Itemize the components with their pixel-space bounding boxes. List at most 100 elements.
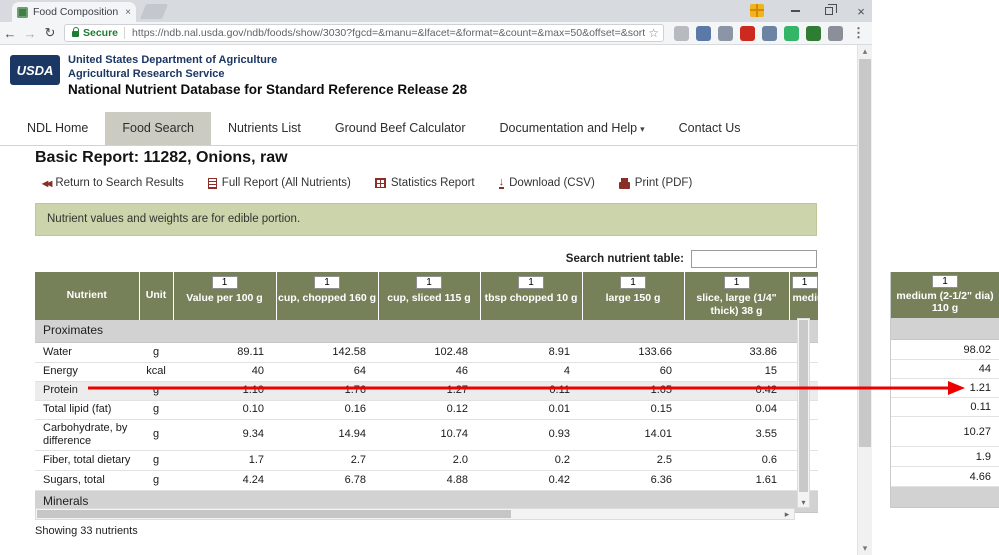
- value-cell: 133.66: [582, 342, 684, 363]
- scroll-right-icon[interactable]: ▸: [781, 509, 793, 519]
- quantity-input[interactable]: [518, 276, 544, 289]
- quantity-input[interactable]: [314, 276, 340, 289]
- page-content: USDA United States Department of Agricul…: [0, 45, 857, 555]
- gift-icon[interactable]: [750, 4, 764, 17]
- quantity-input[interactable]: [416, 276, 442, 289]
- scroll-down-icon[interactable]: ▾: [798, 498, 809, 507]
- nav-item-contact-us[interactable]: Contact Us: [662, 112, 758, 145]
- value-cell: 0.04: [684, 400, 789, 420]
- value-cell: 14.94: [276, 419, 378, 451]
- full-report-link[interactable]: Full Report (All Nutrients): [207, 177, 351, 189]
- section-header-proximates: Proximates: [35, 320, 818, 343]
- scrollbar-thumb[interactable]: [799, 320, 808, 492]
- table-row: Energy kcal 40 64 46 4 60 15: [35, 362, 818, 382]
- nutrient-cell: Fiber, total dietary: [35, 450, 139, 471]
- value-cell: 1.65: [582, 381, 684, 401]
- unit-cell: kcal: [139, 362, 173, 382]
- nutrient-cell: Total lipid (fat): [35, 400, 139, 420]
- lock-icon: [72, 27, 79, 37]
- col-header-label: cup, sliced 115 g: [387, 292, 471, 304]
- nav-item-documentation-help[interactable]: Documentation and Help ▾: [483, 112, 662, 145]
- evernote-extension-icon[interactable]: [784, 25, 799, 41]
- quantity-input[interactable]: [211, 276, 238, 289]
- scrollbar-thumb[interactable]: [859, 59, 871, 447]
- extension-icon[interactable]: [828, 25, 843, 41]
- value-cell: 98.02: [891, 340, 999, 360]
- report-actions: ◀◀ Return to Search Results Full Report (…: [42, 176, 692, 189]
- extension-icon[interactable]: [806, 25, 821, 41]
- action-label: Full Report (All Nutrients): [221, 177, 351, 189]
- browser-tab[interactable]: Food Composition Datab... ×: [12, 2, 136, 22]
- scroll-up-icon[interactable]: ▴: [858, 45, 872, 58]
- extension-icon[interactable]: [718, 25, 733, 41]
- address-bar[interactable]: Secure https://ndb.nal.usda.gov/ndb/food…: [64, 24, 664, 42]
- value-cell: 1.27: [378, 381, 480, 401]
- return-to-search-link[interactable]: ◀◀ Return to Search Results: [42, 177, 184, 189]
- usda-service-line: Agricultural Research Service: [68, 68, 225, 80]
- new-tab-button[interactable]: [139, 4, 169, 19]
- nutrient-search-input[interactable]: [691, 250, 817, 268]
- table-horizontal-scrollbar[interactable]: ▸: [35, 508, 795, 520]
- value-cell: 4.66: [891, 467, 999, 487]
- value-cell: 8.91: [480, 342, 582, 363]
- quantity-input[interactable]: [791, 276, 817, 289]
- nutrient-cell: Protein: [35, 381, 139, 401]
- col-header-label: tbsp chopped 10 g: [484, 292, 578, 304]
- browser-menu-icon[interactable]: ⋮: [852, 25, 865, 41]
- value-cell: 0.42: [480, 470, 582, 491]
- col-header-label: cup, chopped 160 g: [277, 292, 377, 304]
- usda-logo[interactable]: USDA: [10, 55, 60, 85]
- nav-item-food-search[interactable]: Food Search: [105, 112, 211, 145]
- table-row: Fiber, total dietary g 1.7 2.7 2.0 0.2 2.5 0.6: [35, 450, 818, 471]
- browser-tab-bar: Food Composition Datab... × ×: [0, 0, 872, 22]
- col-header-value-100g: Value per 100 g: [173, 272, 277, 320]
- extension-icon[interactable]: [674, 25, 689, 41]
- col-header-tbsp-chopped: tbsp chopped 10 g: [480, 272, 583, 320]
- database-title: National Nutrient Database for Standard …: [68, 82, 468, 97]
- value-cell: 142.58: [276, 342, 378, 363]
- nav-item-ndl-home[interactable]: NDL Home: [10, 112, 105, 145]
- quantity-input[interactable]: [723, 276, 750, 289]
- bookmark-star-icon[interactable]: ☆: [645, 26, 659, 40]
- minimize-button[interactable]: [780, 0, 810, 22]
- col-header-label: 110 g: [931, 302, 959, 314]
- quantity-input[interactable]: [932, 275, 958, 288]
- tab-close-icon[interactable]: ×: [125, 7, 131, 18]
- download-csv-link[interactable]: ↓ Download (CSV): [498, 176, 595, 189]
- nav-item-ground-beef-calculator[interactable]: Ground Beef Calculator: [318, 112, 483, 145]
- table-vertical-scrollbar[interactable]: ▾: [797, 318, 810, 508]
- secure-label: Secure: [83, 27, 119, 39]
- scroll-down-icon[interactable]: ▾: [858, 542, 872, 555]
- close-button[interactable]: ×: [846, 0, 876, 22]
- reload-button[interactable]: ↻: [40, 25, 60, 41]
- unit-cell: g: [139, 400, 173, 420]
- showing-count-text: Showing 33 nutrients: [35, 525, 138, 537]
- forward-button[interactable]: →: [20, 26, 40, 41]
- restore-button[interactable]: [814, 0, 844, 22]
- table-row-protein: Protein g 1.10 1.76 1.27 0.11 1.65 0.42: [35, 381, 818, 401]
- col-header-large: large 150 g: [582, 272, 685, 320]
- medium-column-header: medium (2-1/2" dia) 110 g: [891, 272, 999, 318]
- statistics-report-link[interactable]: Statistics Report: [374, 177, 475, 189]
- back-button[interactable]: ←: [0, 26, 20, 41]
- scrollbar-thumb[interactable]: [37, 510, 511, 518]
- adblock-extension-icon[interactable]: [740, 25, 755, 41]
- value-cell: 0.42: [684, 381, 789, 401]
- value-cell: 15: [684, 362, 789, 382]
- action-label: Download (CSV): [509, 177, 595, 189]
- url-text[interactable]: https://ndb.nal.usda.gov/ndb/foods/show/…: [124, 27, 658, 39]
- edible-portion-notice: Nutrient values and weights are for edib…: [35, 203, 817, 236]
- table-row: Sugars, total g 4.24 6.78 4.88 0.42 6.36 1.61: [35, 470, 818, 491]
- nav-item-nutrients-list[interactable]: Nutrients List: [211, 112, 318, 145]
- col-header-label: medium (2-1/2" dia): [896, 290, 994, 302]
- section-row-continuation: [891, 487, 999, 508]
- print-pdf-link[interactable]: Print (PDF): [618, 177, 692, 189]
- quantity-input[interactable]: [620, 276, 646, 289]
- col-header-label: medium (2-1/2" dia) 110 g: [792, 292, 818, 304]
- extension-icon[interactable]: [762, 25, 777, 41]
- extension-icon[interactable]: [696, 25, 711, 41]
- unit-cell: g: [139, 342, 173, 363]
- col-header-label: large 150 g: [605, 292, 661, 304]
- page-scrollbar[interactable]: ▴ ▾: [857, 45, 872, 555]
- col-header-cup-chopped: cup, chopped 160 g: [276, 272, 379, 320]
